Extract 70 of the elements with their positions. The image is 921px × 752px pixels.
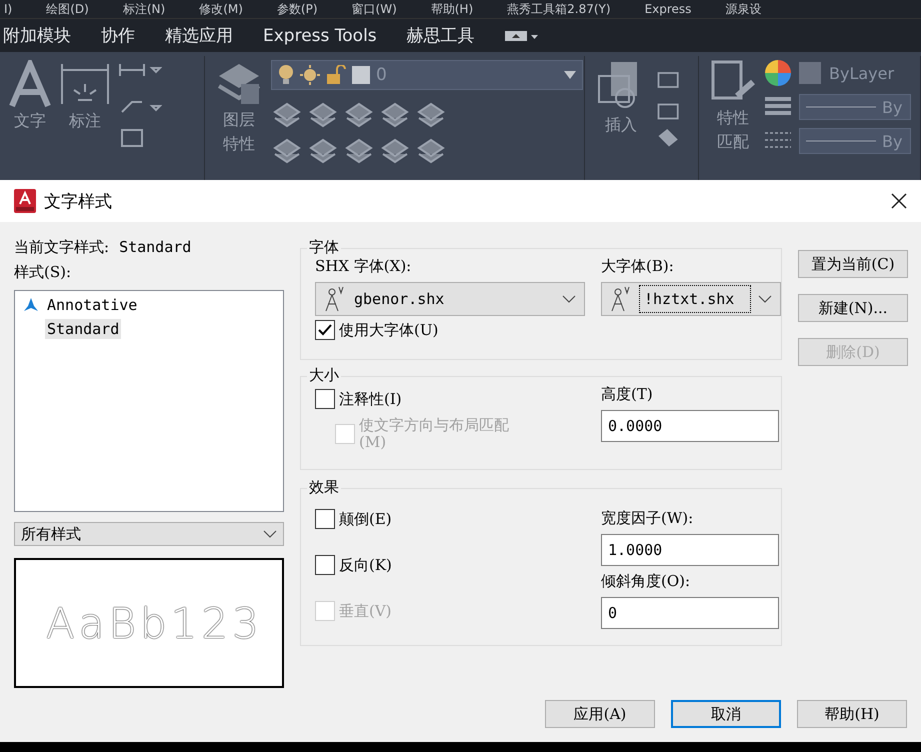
checkbox[interactable]: 注释性(I): [315, 389, 585, 409]
label: 高度(T): [601, 385, 654, 404]
menu-item[interactable]: 源泉设: [725, 2, 762, 16]
dialog-button[interactable]: 帮助(H): [797, 700, 907, 728]
chevron-down-icon: [758, 295, 772, 303]
compass-icon: [324, 286, 346, 312]
label: SHX 字体(X):: [315, 257, 412, 276]
menu-item[interactable]: 标注(N): [122, 2, 166, 16]
dropdown-arrow-icon: [564, 71, 576, 79]
filter-dropdown[interactable]: 所有样式: [14, 522, 284, 546]
chevron-down-icon: [562, 295, 576, 303]
preview-text: AaBb123: [46, 598, 263, 648]
width-factor-field[interactable]: 1.0000: [601, 534, 779, 566]
window-title: 文字样式: [44, 190, 113, 212]
app-logo-icon: [14, 189, 36, 213]
sun-icon: [300, 65, 320, 85]
checkbox[interactable]: 反向(K): [315, 555, 585, 575]
ribbon-tab[interactable]: 精选应用: [165, 24, 233, 47]
swatch-icon: [799, 62, 821, 84]
panel-toggle-icon[interactable]: [504, 30, 539, 42]
unlock-icon: [326, 65, 346, 85]
menu-item[interactable]: 帮助(H): [430, 2, 474, 16]
style-item[interactable]: Standard: [45, 319, 122, 339]
line-sample-icon: [806, 139, 876, 143]
group-title: 效果: [307, 478, 341, 497]
menu-item[interactable]: 绘图(D): [46, 2, 89, 16]
current-style: Standard: [119, 238, 192, 257]
checkmark-icon: [317, 322, 333, 338]
compass-icon: [610, 286, 632, 312]
insert-tool[interactable]: 插入: [595, 60, 647, 136]
menu-item[interactable]: 修改(M): [199, 2, 243, 16]
label: 当前文字样式:: [14, 238, 110, 257]
layer-properties-tool[interactable]: 图层 特性: [215, 60, 263, 156]
line-sample-icon: [806, 105, 876, 109]
action-button[interactable]: 新建(N)...: [798, 294, 908, 322]
menu-item[interactable]: Express: [644, 2, 692, 16]
checkbox[interactable]: 使用大字体(U): [315, 320, 585, 340]
dialog-button[interactable]: 应用(A): [545, 700, 655, 728]
ribbon-tab[interactable]: Express Tools: [263, 26, 377, 46]
ribbon-tab[interactable]: 附加模块: [3, 24, 71, 47]
label: 宽度因子(W):: [601, 509, 694, 528]
lineweight-icon: [765, 96, 791, 118]
menu-item[interactable]: 燕秀工具箱2.87(Y): [507, 2, 611, 16]
color-wheel-icon[interactable]: [765, 60, 791, 86]
match-properties-tool[interactable]: 特性 匹配: [709, 60, 757, 154]
style-item[interactable]: Annotative: [45, 295, 140, 315]
label: 倾斜角度(O):: [601, 572, 692, 591]
label: 样式(S):: [14, 263, 72, 282]
height-field[interactable]: 0.0000: [601, 410, 779, 442]
label: 大字体(B):: [601, 257, 675, 276]
ribbon-tab[interactable]: 协作: [101, 24, 135, 47]
text-tool[interactable]: 文字: [8, 60, 52, 132]
close-icon[interactable]: [891, 193, 907, 209]
swatch-icon: [352, 66, 370, 84]
action-button[interactable]: 置为当前(C): [798, 250, 908, 278]
ribbon-tab[interactable]: 赫思工具: [406, 24, 475, 47]
chevron-down-icon: [263, 530, 277, 538]
menu-item[interactable]: 参数(P): [276, 2, 318, 16]
group-title: 字体: [307, 238, 341, 257]
menu-item[interactable]: I): [4, 2, 12, 16]
checkbox[interactable]: 颠倒(E): [315, 509, 585, 529]
font-dropdown[interactable]: gbenor.shx: [315, 282, 585, 316]
letter-icon: [8, 60, 52, 108]
dimension-tool[interactable]: 标注: [60, 60, 110, 132]
oblique-angle-field[interactable]: 0: [601, 597, 779, 629]
big-font-dropdown[interactable]: !hztxt.shx: [601, 282, 781, 316]
lightbulb-icon: [278, 65, 294, 85]
menu-item[interactable]: 窗口(W): [352, 2, 397, 16]
dialog-button[interactable]: 取消: [671, 700, 781, 728]
group-title: 大小: [307, 366, 341, 385]
